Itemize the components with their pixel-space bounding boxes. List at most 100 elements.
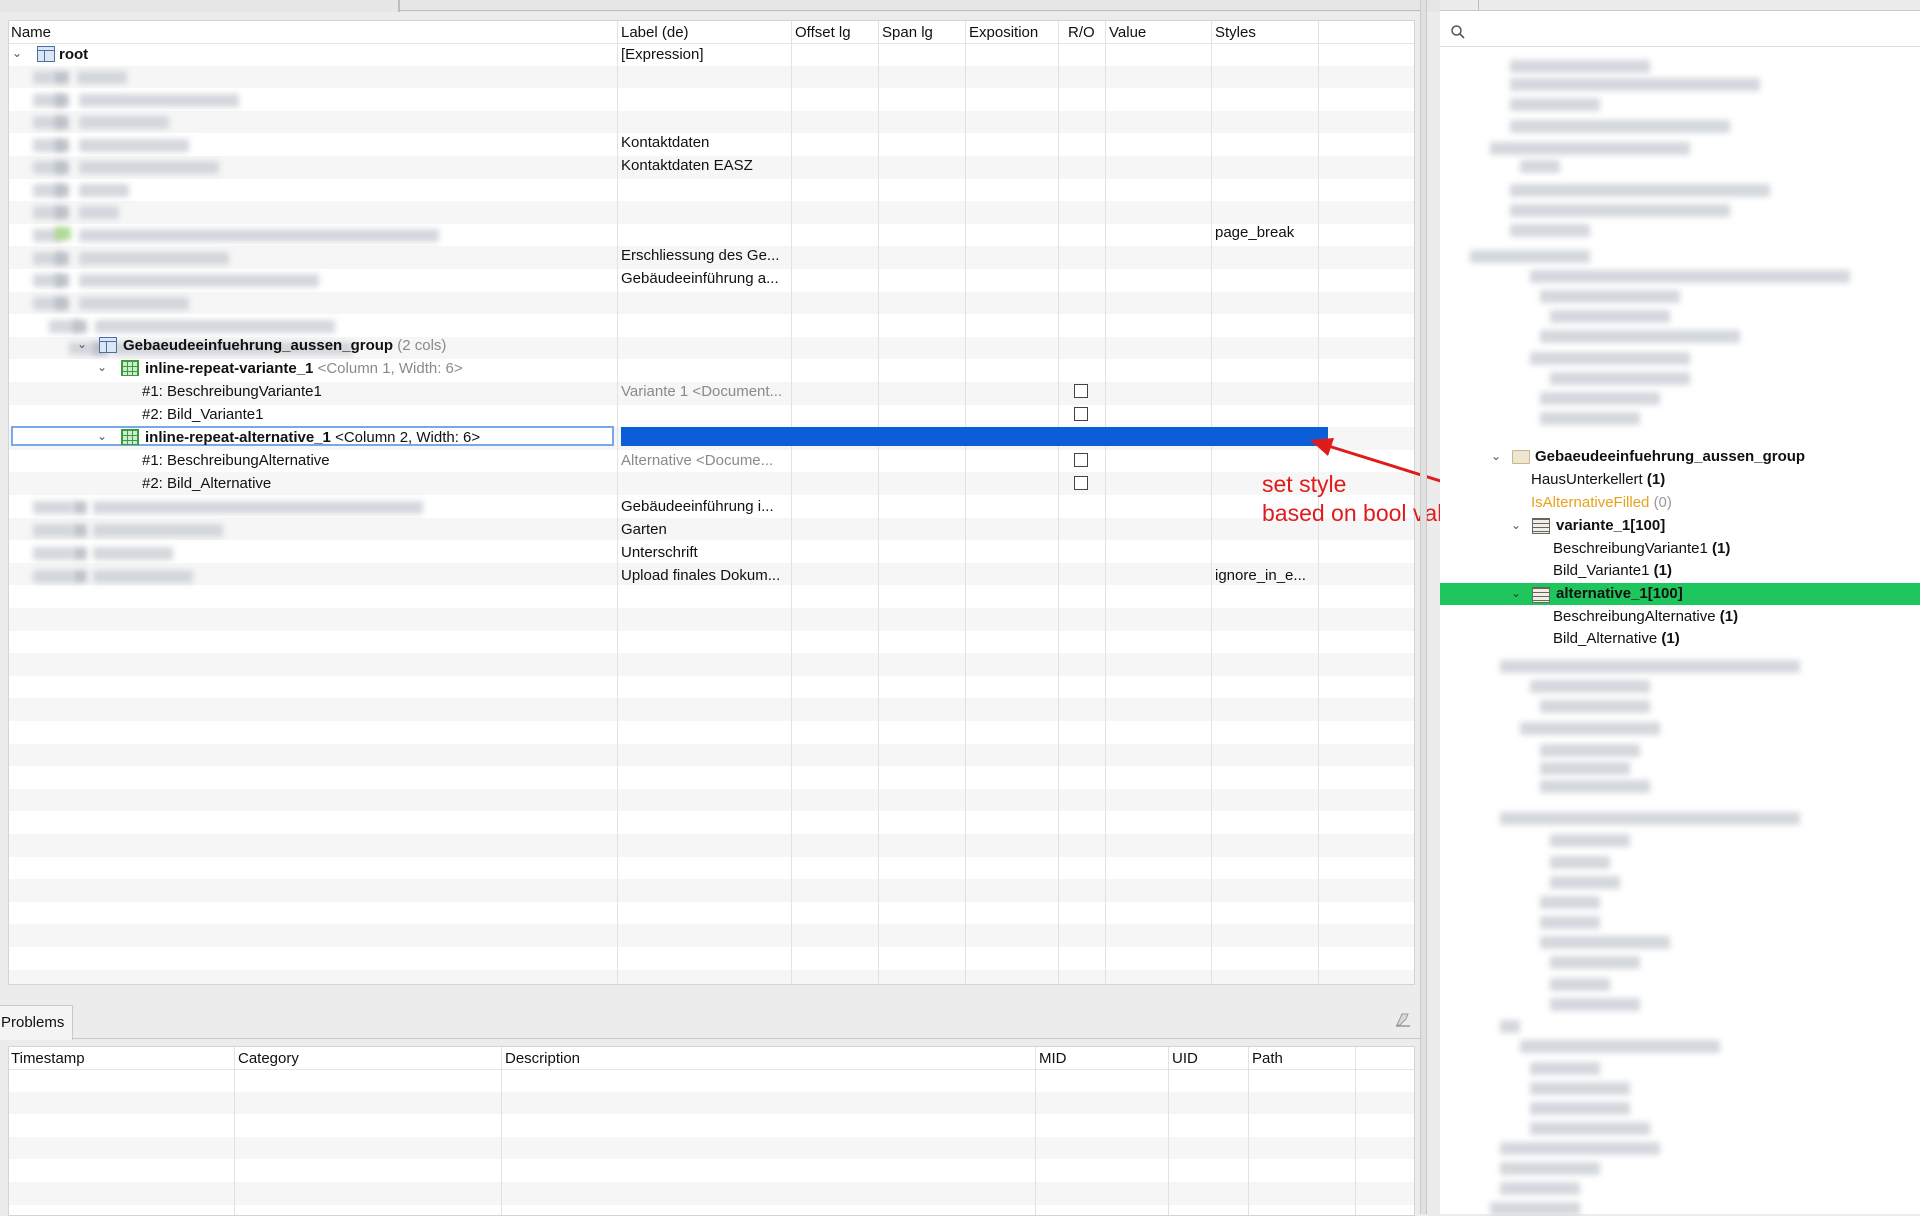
problems-table[interactable]: Timestamp Category Description MID UID P… — [8, 1046, 1415, 1216]
chevron-down-icon[interactable]: ⌄ — [77, 337, 87, 351]
redacted-content — [79, 116, 169, 129]
redacted-content — [1540, 936, 1670, 949]
redacted-content — [1500, 660, 1800, 673]
column-separator[interactable] — [1355, 1047, 1356, 1215]
table-row[interactable]: Erschliessung des Ge... — [9, 244, 1414, 267]
table-row[interactable]: ⌄ inline-repeat-variante_1 <Column 1, Wi… — [9, 357, 1414, 380]
table-row[interactable]: Kontaktdaten — [9, 131, 1414, 154]
column-header-offset[interactable]: Offset lg — [795, 24, 851, 41]
column-header-path[interactable]: Path — [1252, 1050, 1283, 1067]
redacted-content — [1550, 372, 1690, 385]
column-separator[interactable] — [501, 1047, 502, 1215]
search-bar[interactable] — [1440, 18, 1920, 47]
redacted-content — [1540, 896, 1600, 909]
readonly-checkbox[interactable] — [1074, 476, 1088, 490]
redacted-content — [1550, 310, 1670, 323]
table-row[interactable]: ⌄ Gebaeudeeinfuehrung_aussen_group (2 co… — [9, 334, 1414, 357]
column-header-label[interactable]: Label (de) — [621, 24, 689, 41]
tree-item[interactable]: BeschreibungAlternative (1) — [1553, 608, 1738, 625]
row-name: #1: BeschreibungVariante1 — [142, 383, 322, 400]
column-header-value[interactable]: Value — [1109, 24, 1146, 41]
table-row[interactable]: page_break — [9, 221, 1414, 244]
grid-icon — [121, 429, 139, 445]
redacted-content — [1540, 330, 1740, 343]
column-header-exposition[interactable]: Exposition — [969, 24, 1038, 41]
tree-item[interactable]: BeschreibungVariante1 (1) — [1553, 540, 1730, 557]
tree-item-group[interactable]: variante_1[100] — [1556, 517, 1665, 534]
table-row-stripe — [9, 291, 1414, 315]
readonly-checkbox[interactable] — [1074, 384, 1088, 398]
column-separator[interactable] — [1248, 1047, 1249, 1215]
column-header-description[interactable]: Description — [505, 1050, 580, 1067]
redacted-content — [1510, 184, 1770, 197]
table-row-stripe — [9, 834, 1414, 857]
readonly-checkbox[interactable] — [1074, 453, 1088, 467]
chevron-down-icon[interactable]: ⌄ — [1511, 516, 1521, 533]
tree-item[interactable]: Bild_Variante1 (1) — [1553, 562, 1672, 579]
column-header-span[interactable]: Span lg — [882, 24, 933, 41]
column-header-mid[interactable]: MID — [1039, 1050, 1067, 1067]
row-label: Erschliessung des Ge... — [621, 247, 780, 264]
column-header-category[interactable]: Category — [238, 1050, 299, 1067]
chevron-down-icon[interactable]: ⌄ — [1491, 447, 1501, 464]
table-row[interactable]: #2: Bild_Alternative — [9, 472, 1414, 495]
tree-item-selected[interactable]: alternative_1[100] — [1556, 585, 1683, 602]
table-row-stripe — [9, 110, 1414, 134]
row-name-group: inline-repeat-alternative_1 <Column 2, W… — [145, 429, 480, 446]
column-separator[interactable] — [234, 1047, 235, 1215]
list-icon — [1532, 518, 1550, 534]
problems-header: Timestamp Category Description MID UID P… — [9, 1047, 1414, 1070]
row-label: Gebäudeeinführung i... — [621, 498, 774, 515]
clear-console-icon[interactable] — [1394, 1010, 1412, 1028]
table-row-selected[interactable]: ⌄ inline-repeat-alternative_1 <Column 2,… — [9, 426, 1414, 449]
table-row[interactable]: #2: Bild_Variante1 — [9, 403, 1414, 426]
search-input[interactable] — [1474, 22, 1908, 44]
column-header-timestamp[interactable]: Timestamp — [11, 1050, 85, 1067]
redacted-content — [1510, 98, 1600, 111]
chevron-down-icon[interactable]: ⌄ — [1511, 584, 1521, 601]
table-row[interactable]: #1: BeschreibungVariante1 Variante 1 <Do… — [9, 380, 1414, 403]
redacted-content — [1550, 998, 1640, 1011]
tree-item-group[interactable]: Gebaeudeeinfuehrung_aussen_group — [1535, 448, 1805, 465]
redacted-content — [55, 116, 69, 129]
table-row[interactable]: Gebäudeeinführung i... — [9, 495, 1414, 518]
right-tab-strip — [1440, 0, 1920, 11]
redacted-content — [1490, 1202, 1580, 1215]
table-row[interactable]: ⌄ root [Expression] — [9, 43, 1414, 66]
panel-splitter[interactable] — [1420, 0, 1427, 1214]
column-header-name[interactable]: Name — [11, 24, 51, 41]
row-label: Upload finales Dokum... — [621, 567, 781, 584]
chevron-down-icon[interactable]: ⌄ — [97, 360, 107, 374]
grid-icon — [121, 360, 139, 376]
redacted-content — [33, 71, 53, 84]
table-row[interactable]: Unterschrift — [9, 541, 1414, 564]
tree-item[interactable]: Bild_Alternative (1) — [1553, 630, 1680, 647]
search-icon — [1451, 25, 1465, 39]
table-row[interactable]: Upload finales Dokum... ignore_in_e... — [9, 564, 1414, 587]
structure-table[interactable]: Name Label (de) Offset lg Span lg Exposi… — [8, 20, 1415, 985]
redacted-content — [1550, 856, 1610, 869]
table-row[interactable]: Kontaktdaten EASZ — [9, 154, 1414, 177]
row-detail: <Column 2, Width: 6> — [335, 429, 481, 446]
redacted-content — [1540, 392, 1660, 405]
tree-item[interactable]: HausUnterkellert (1) — [1531, 471, 1665, 488]
table-row[interactable]: Garten — [9, 518, 1414, 541]
tree-item-count: (0) — [1653, 494, 1672, 511]
chevron-down-icon[interactable]: ⌄ — [12, 46, 22, 60]
tree-item-count: (1) — [1712, 540, 1731, 557]
column-separator[interactable] — [1168, 1047, 1169, 1215]
chevron-down-icon[interactable]: ⌄ — [97, 429, 107, 443]
column-header-readonly[interactable]: R/O — [1068, 24, 1095, 41]
tab-problems[interactable]: Problems — [0, 1005, 73, 1040]
readonly-checkbox[interactable] — [1074, 407, 1088, 421]
column-header-uid[interactable]: UID — [1172, 1050, 1198, 1067]
row-label: Kontaktdaten EASZ — [621, 157, 753, 174]
tree-item-name: HausUnterkellert — [1531, 471, 1643, 488]
table-row[interactable]: #1: BeschreibungAlternative Alternative … — [9, 449, 1414, 472]
table-row[interactable]: Gebäudeeinführung a... — [9, 267, 1414, 290]
column-separator[interactable] — [1035, 1047, 1036, 1215]
tree-item-warning[interactable]: IsAlternativeFilled (0) — [1531, 494, 1672, 511]
column-header-styles[interactable]: Styles — [1215, 24, 1256, 41]
table-row-stripe — [9, 653, 1414, 676]
table-row-stripe — [9, 788, 1414, 812]
